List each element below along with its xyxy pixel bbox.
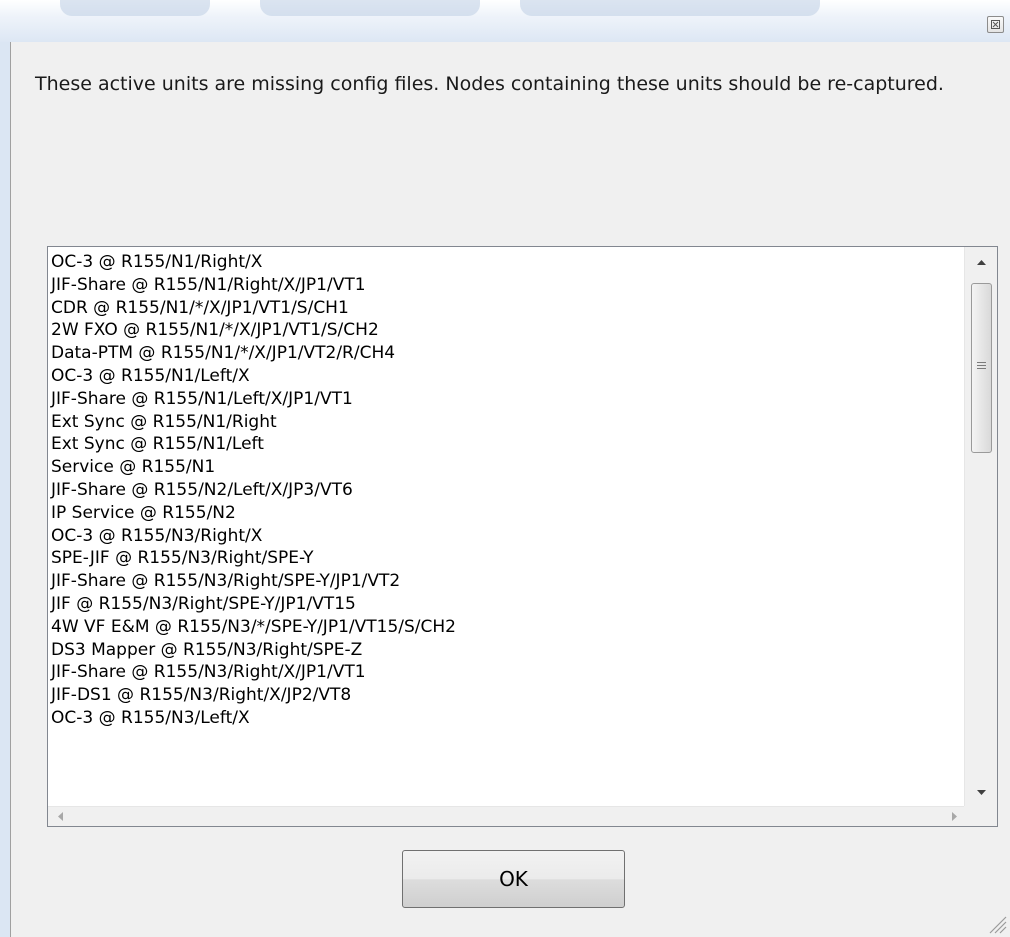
units-listbox[interactable]: OC-3 @ R155/N1/Right/X JIF-Share @ R155/N… [47,246,998,827]
dialog-body: These active units are missing config fi… [10,42,1010,937]
scroll-right-arrow-icon [951,812,957,821]
title-bar-glass [60,0,210,16]
resize-grip-icon[interactable] [984,911,1008,935]
list-item[interactable]: JIF-Share @ R155/N1/Left/X/JP1/VT1 [48,388,456,411]
list-item[interactable]: Service @ R155/N1 [48,456,456,479]
close-icon [991,20,1000,29]
list-item[interactable]: JIF-DS1 @ R155/N3/Right/X/JP2/VT8 [48,684,456,707]
vertical-scrollbar[interactable] [964,247,997,807]
thumb-grip-icon [977,362,986,371]
scroll-down-arrow-icon [976,789,986,795]
ok-button[interactable]: OK [402,850,625,908]
list-item[interactable]: JIF-Share @ R155/N1/Right/X/JP1/VT1 [48,274,456,297]
list-item[interactable]: Ext Sync @ R155/N1/Right [48,411,456,434]
list-item[interactable]: OC-3 @ R155/N1/Left/X [48,365,456,388]
list-item[interactable]: Data-PTM @ R155/N1/*/X/JP1/VT2/R/CH4 [48,342,456,365]
scroll-up-arrow-icon [976,259,986,265]
list-item[interactable]: JIF-Share @ R155/N2/Left/X/JP3/VT6 [48,479,456,502]
scroll-right-button[interactable] [942,807,966,826]
scroll-left-button[interactable] [48,807,72,826]
title-bar-glass [260,0,480,16]
list-item[interactable]: OC-3 @ R155/N3/Left/X [48,707,456,730]
list-item[interactable]: OC-3 @ R155/N1/Right/X [48,251,456,274]
list-item[interactable]: 2W FXO @ R155/N1/*/X/JP1/VT1/S/CH2 [48,319,456,342]
horizontal-scrollbar[interactable] [48,806,966,826]
list-item[interactable]: DS3 Mapper @ R155/N3/Right/SPE-Z [48,639,456,662]
list-item[interactable]: 4W VF E&M @ R155/N3/*/SPE-Y/JP1/VT15/S/C… [48,616,456,639]
list-item[interactable]: SPE-JIF @ R155/N3/Right/SPE-Y [48,547,456,570]
scroll-up-button[interactable] [965,247,997,277]
scroll-down-button[interactable] [965,777,997,807]
scroll-left-arrow-icon [57,812,63,821]
unit-list: OC-3 @ R155/N1/Right/X JIF-Share @ R155/N… [48,251,456,730]
list-item[interactable]: OC-3 @ R155/N3/Right/X [48,525,456,548]
title-bar [0,0,1010,42]
list-item[interactable]: IP Service @ R155/N2 [48,502,456,525]
title-bar-glass [520,0,820,16]
list-item[interactable]: Ext Sync @ R155/N1/Left [48,433,456,456]
list-item[interactable]: CDR @ R155/N1/*/X/JP1/VT1/S/CH1 [48,297,456,320]
scrollbar-corner [964,806,997,826]
list-item[interactable]: JIF-Share @ R155/N3/Right/SPE-Y/JP1/VT2 [48,570,456,593]
message-text: These active units are missing config fi… [35,73,944,95]
close-button[interactable] [987,16,1004,33]
list-item[interactable]: JIF @ R155/N3/Right/SPE-Y/JP1/VT15 [48,593,456,616]
list-item[interactable]: JIF-Share @ R155/N3/Right/X/JP1/VT1 [48,661,456,684]
vertical-scroll-thumb[interactable] [971,283,992,453]
